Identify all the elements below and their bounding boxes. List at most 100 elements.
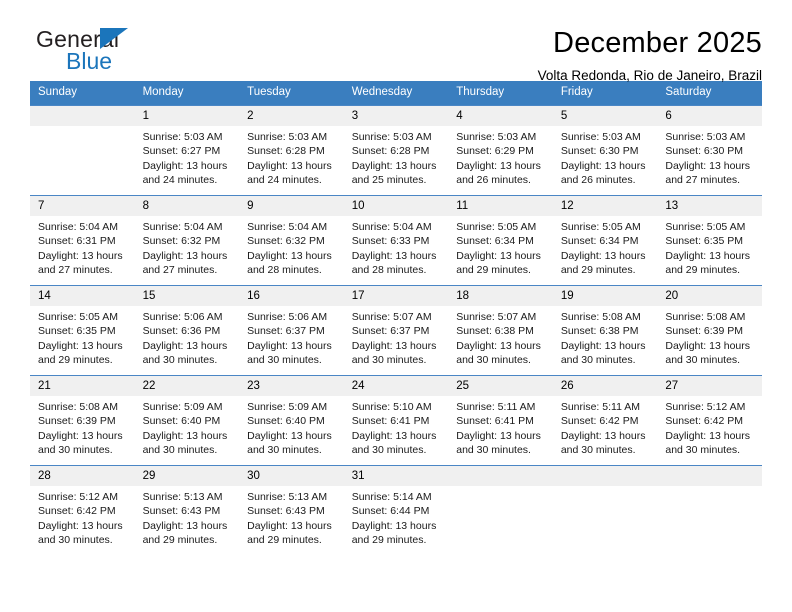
calendar-day-cell[interactable]: 4 Sunrise: 5:03 AM Sunset: 6:29 PM Daylight…	[448, 105, 553, 195]
calendar-day-cell[interactable]: 31 Sunrise: 5:14 AM Sunset: 6:44 PM Dayligh…	[343, 465, 449, 555]
daylight-text-line2: and 30 minutes.	[351, 443, 427, 456]
calendar-day-cell[interactable]: 13 Sunrise: 5:05 AM Sunset: 6:35 PM Dayligh…	[657, 195, 762, 285]
day-number: 5	[552, 106, 658, 126]
daylight-text-line1: Daylight: 13 hours	[142, 429, 228, 442]
calendar-day-cell[interactable]: 27 Sunrise: 5:12 AM Sunset: 6:42 PM Dayligh…	[657, 375, 762, 465]
day-info: Sunrise: 5:03 AM Sunset: 6:30 PM Daylight:…	[657, 126, 762, 187]
calendar-day-cell[interactable]: 12 Sunrise: 5:05 AM Sunset: 6:34 PM Dayligh…	[552, 195, 658, 285]
calendar-day-cell[interactable]: 3 Sunrise: 5:03 AM Sunset: 6:28 PM Daylight…	[343, 105, 449, 195]
day-info: Sunrise: 5:11 AM Sunset: 6:41 PM Daylight:…	[448, 396, 553, 457]
daylight-text-line1: Daylight: 13 hours	[456, 429, 541, 442]
sunrise-text: Sunrise: 5:08 AM	[665, 311, 746, 323]
calendar-day-cell[interactable]: 15 Sunrise: 5:06 AM Sunset: 6:36 PM Dayligh…	[134, 285, 240, 375]
daylight-text-line1: Daylight: 13 hours	[351, 249, 437, 262]
daylight-text-line2: and 27 minutes.	[665, 173, 741, 186]
day-number: 3	[343, 106, 449, 126]
calendar-day-cell[interactable]: 7 Sunrise: 5:04 AM Sunset: 6:31 PM Daylight…	[30, 195, 135, 285]
sunset-text: Sunset: 6:31 PM	[38, 235, 116, 248]
calendar-day-cell[interactable]: 8 Sunrise: 5:04 AM Sunset: 6:32 PM Daylight…	[134, 195, 240, 285]
sunrise-text: Sunrise: 5:03 AM	[456, 131, 537, 143]
daylight-text-line2: and 24 minutes.	[142, 173, 218, 186]
day-info: Sunrise: 5:14 AM Sunset: 6:44 PM Daylight:…	[344, 486, 449, 547]
calendar-day-cell[interactable]: 16 Sunrise: 5:06 AM Sunset: 6:37 PM Dayligh…	[239, 285, 344, 375]
daylight-text-line1: Daylight: 13 hours	[560, 429, 646, 442]
calendar-day-cell[interactable]: 1 Sunrise: 5:03 AM Sunset: 6:27 PM Daylight…	[134, 105, 240, 195]
calendar-day-cell[interactable]: 24 Sunrise: 5:10 AM Sunset: 6:41 PM Dayligh…	[343, 375, 449, 465]
calendar-day-cell[interactable]	[657, 465, 762, 555]
calendar-day-cell[interactable]: 29 Sunrise: 5:13 AM Sunset: 6:43 PM Dayligh…	[134, 465, 240, 555]
calendar-day-cell[interactable]: 19 Sunrise: 5:08 AM Sunset: 6:38 PM Dayligh…	[552, 285, 658, 375]
daylight-text-line1: Daylight: 13 hours	[142, 339, 228, 352]
calendar-day-cell[interactable]: 18 Sunrise: 5:07 AM Sunset: 6:38 PM Dayligh…	[448, 285, 553, 375]
day-info: Sunrise: 5:10 AM Sunset: 6:41 PM Daylight:…	[344, 396, 449, 457]
sunrise-text: Sunrise: 5:06 AM	[142, 311, 223, 323]
calendar-day-cell[interactable]: 28 Sunrise: 5:12 AM Sunset: 6:42 PM Dayligh…	[30, 465, 135, 555]
calendar-week-row: 21 Sunrise: 5:08 AM Sunset: 6:39 PM Dayligh…	[30, 375, 762, 465]
day-number: 12	[552, 196, 658, 216]
calendar-day-cell[interactable]: 26 Sunrise: 5:11 AM Sunset: 6:42 PM Dayligh…	[552, 375, 658, 465]
triangle-icon	[100, 28, 128, 49]
day-info: Sunrise: 5:06 AM Sunset: 6:36 PM Daylight:…	[135, 306, 240, 367]
calendar-day-cell[interactable]: 17 Sunrise: 5:07 AM Sunset: 6:37 PM Dayligh…	[343, 285, 449, 375]
day-number: 20	[657, 286, 762, 306]
calendar-day-cell[interactable]: 11 Sunrise: 5:05 AM Sunset: 6:34 PM Dayligh…	[448, 195, 553, 285]
calendar-day-cell[interactable]: 30 Sunrise: 5:13 AM Sunset: 6:43 PM Dayligh…	[239, 465, 344, 555]
daylight-text-line1: Daylight: 13 hours	[560, 249, 646, 262]
day-number: 29	[134, 466, 240, 486]
calendar-day-cell[interactable]: 5 Sunrise: 5:03 AM Sunset: 6:30 PM Daylight…	[552, 105, 658, 195]
calendar-day-cell[interactable]	[30, 105, 135, 195]
day-number: 19	[552, 286, 658, 306]
daylight-text-line2: and 28 minutes.	[351, 263, 427, 276]
calendar-day-cell[interactable]: 2 Sunrise: 5:03 AM Sunset: 6:28 PM Daylight…	[239, 105, 344, 195]
daylight-text-line2: and 30 minutes.	[560, 443, 636, 456]
day-number: 22	[134, 376, 240, 396]
calendar-table: Sunday Monday Tuesday Wednesday Thursday…	[30, 81, 762, 555]
sunset-text: Sunset: 6:37 PM	[351, 325, 430, 338]
daylight-text-line2: and 29 minutes.	[560, 263, 636, 276]
sunrise-text: Sunrise: 5:05 AM	[38, 311, 118, 323]
daylight-text-line2: and 30 minutes.	[665, 353, 741, 366]
daylight-text-line1: Daylight: 13 hours	[665, 159, 751, 172]
daylight-text-line2: and 27 minutes.	[142, 263, 218, 276]
sunset-text: Sunset: 6:42 PM	[665, 415, 744, 428]
calendar-day-cell[interactable]: 10 Sunrise: 5:04 AM Sunset: 6:33 PM Dayligh…	[343, 195, 449, 285]
day-number: 9	[239, 196, 344, 216]
day-number: 18	[448, 286, 553, 306]
daylight-text-line2: and 30 minutes.	[456, 353, 531, 366]
calendar-day-cell[interactable]: 6 Sunrise: 5:03 AM Sunset: 6:30 PM Daylight…	[657, 105, 762, 195]
daylight-text-line2: and 29 minutes.	[247, 533, 322, 546]
day-info: Sunrise: 5:09 AM Sunset: 6:40 PM Daylight:…	[135, 396, 240, 457]
calendar-day-cell[interactable]: 22 Sunrise: 5:09 AM Sunset: 6:40 PM Dayligh…	[134, 375, 240, 465]
sunset-text: Sunset: 6:28 PM	[247, 145, 325, 158]
calendar-day-cell[interactable]: 20 Sunrise: 5:08 AM Sunset: 6:39 PM Dayligh…	[657, 285, 762, 375]
calendar-day-cell[interactable]: 23 Sunrise: 5:09 AM Sunset: 6:40 PM Dayligh…	[239, 375, 344, 465]
calendar-day-cell[interactable]: 25 Sunrise: 5:11 AM Sunset: 6:41 PM Dayligh…	[448, 375, 553, 465]
calendar-page: General Blue December 2025 Volta Redonda…	[0, 0, 792, 612]
sunset-text: Sunset: 6:28 PM	[351, 145, 430, 158]
day-info: Sunrise: 5:04 AM Sunset: 6:33 PM Daylight:…	[344, 216, 449, 277]
page-subtitle: Volta Redonda, Rio de Janeiro, Brazil	[537, 68, 762, 83]
day-info	[657, 486, 762, 490]
sunset-text: Sunset: 6:35 PM	[665, 235, 744, 248]
day-info: Sunrise: 5:05 AM Sunset: 6:34 PM Daylight:…	[553, 216, 658, 277]
daylight-text-line2: and 29 minutes.	[665, 263, 741, 276]
calendar-day-cell[interactable]	[552, 465, 658, 555]
daylight-text-line2: and 30 minutes.	[456, 443, 531, 456]
calendar-day-cell[interactable]: 14 Sunrise: 5:05 AM Sunset: 6:35 PM Dayligh…	[30, 285, 135, 375]
daylight-text-line1: Daylight: 13 hours	[38, 429, 123, 442]
sunset-text: Sunset: 6:40 PM	[142, 415, 221, 428]
calendar-day-cell[interactable]: 21 Sunrise: 5:08 AM Sunset: 6:39 PM Dayligh…	[30, 375, 135, 465]
day-number: 8	[134, 196, 240, 216]
sunset-text: Sunset: 6:33 PM	[351, 235, 430, 248]
calendar-day-cell[interactable]	[448, 465, 553, 555]
daylight-text-line1: Daylight: 13 hours	[38, 249, 123, 262]
calendar-day-cell[interactable]: 9 Sunrise: 5:04 AM Sunset: 6:32 PM Daylight…	[239, 195, 344, 285]
sunset-text: Sunset: 6:32 PM	[142, 235, 221, 248]
day-number	[448, 466, 553, 486]
sunset-text: Sunset: 6:38 PM	[560, 325, 639, 338]
brand-logo[interactable]: General Blue	[30, 26, 150, 76]
daylight-text-line1: Daylight: 13 hours	[38, 339, 123, 352]
sunset-text: Sunset: 6:42 PM	[38, 505, 116, 518]
daylight-text-line1: Daylight: 13 hours	[247, 249, 332, 262]
day-number: 11	[448, 196, 553, 216]
